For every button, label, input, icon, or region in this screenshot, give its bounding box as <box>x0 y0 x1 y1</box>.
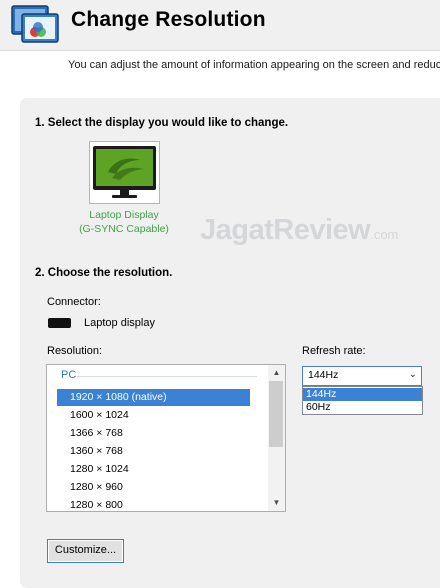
refresh-rate-select[interactable]: 144Hz ⌄ <box>302 366 422 386</box>
resolution-option[interactable]: 1366 × 768 <box>57 425 250 442</box>
section-2-heading: 2. Choose the resolution. <box>35 267 173 279</box>
resolution-scrollbar[interactable]: ▲ ▼ <box>268 365 285 511</box>
scroll-up-icon[interactable]: ▲ <box>268 365 285 381</box>
settings-panel <box>20 98 440 588</box>
watermark-name: JagatReview <box>200 214 371 246</box>
customize-button[interactable]: Customize... <box>47 539 124 563</box>
refresh-option-selected[interactable]: 144Hz <box>303 388 422 401</box>
watermark-suffix: .com <box>370 227 399 242</box>
resolution-group-label: PC <box>61 369 77 381</box>
refresh-rate-dropdown[interactable]: 144Hz 60Hz <box>302 386 423 415</box>
page-title: Change Resolution <box>71 8 266 31</box>
refresh-option[interactable]: 60Hz <box>303 401 422 414</box>
connector-label: Connector: <box>47 296 101 308</box>
header-divider <box>0 50 440 51</box>
page-description: You can adjust the amount of information… <box>68 59 440 71</box>
display-capability: (G-SYNC Capable) <box>79 223 169 235</box>
display-name: Laptop Display <box>89 209 159 221</box>
laptop-display-icon <box>48 318 71 328</box>
resolution-label: Resolution: <box>47 345 103 357</box>
scroll-down-icon[interactable]: ▼ <box>268 495 285 511</box>
refresh-rate-label: Refresh rate: <box>302 345 366 357</box>
resolution-option[interactable]: 1360 × 768 <box>57 443 250 460</box>
resolution-listbox[interactable]: PC 1920 × 1080 (native) 1600 × 1024 1366… <box>46 364 286 512</box>
refresh-rate-value: 144Hz <box>308 369 339 381</box>
header-bar: Change Resolution <box>0 0 440 50</box>
resolution-option[interactable]: 1280 × 1024 <box>57 461 250 478</box>
scrollbar-thumb[interactable] <box>269 381 283 447</box>
resolution-option[interactable]: 1280 × 960 <box>57 479 250 496</box>
chevron-down-icon: ⌄ <box>408 369 417 380</box>
section-1-heading: 1. Select the display you would like to … <box>35 117 289 129</box>
connector-value: Laptop display <box>84 317 155 329</box>
display-label[interactable]: Laptop Display (G-SYNC Capable) <box>74 208 174 236</box>
nvidia-monitor-icon <box>93 146 156 198</box>
resolution-option[interactable]: 1600 × 1024 <box>57 407 250 424</box>
display-tile[interactable] <box>89 141 160 204</box>
nvidia-display-settings-icon <box>11 5 59 43</box>
group-divider <box>77 376 257 377</box>
watermark: JagatReview.com <box>200 214 398 247</box>
resolution-option-selected[interactable]: 1920 × 1080 (native) <box>57 389 250 406</box>
resolution-option[interactable]: 1280 × 800 <box>57 497 250 511</box>
